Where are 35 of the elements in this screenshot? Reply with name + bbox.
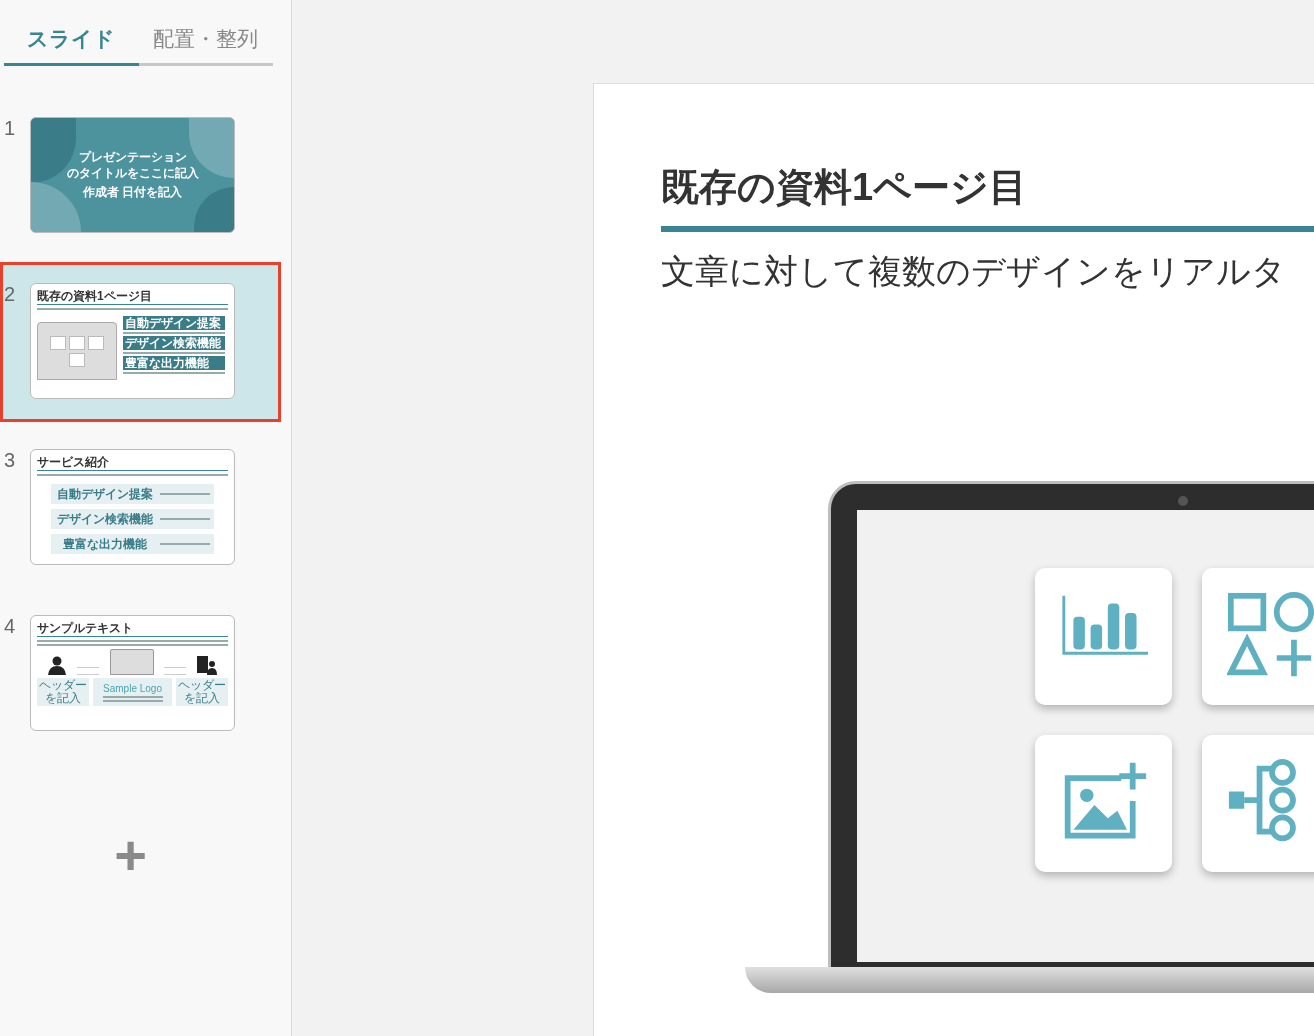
text-lines-drawing [160,493,210,495]
text-lines-drawing [160,543,210,545]
laptop-drawing [109,649,154,675]
thumbnail-title: 既存の資料1ページ目 [37,290,153,302]
feature-heading: デザイン検索機能 [55,513,154,525]
feature-heading: デザイン検索機能 [123,336,225,350]
thumbnail-subtitle: 作成者 日付を記入 [82,184,183,201]
text-lines-drawing [160,518,210,520]
slide-thumbnail[interactable]: プレゼンテーション のタイトルをここに記入 作成者 日付を記入 [30,117,235,233]
slide-text: 文章に対して複数のデザインをリアルタ [661,250,1287,292]
slide-number: 2 [3,282,17,307]
slide-thumbnail[interactable]: サービス紹介 自動デザイン提案 デザイン検索機能 豊富な出力機能 [30,449,235,565]
box-heading: ヘッダーを記入 [38,679,88,705]
text-lines-drawing [102,696,163,702]
add-slide-button[interactable]: + [105,830,156,880]
sample-logo: Sample Logo [103,682,162,696]
person-icon [47,655,67,675]
slide-thumbnail[interactable]: 既存の資料1ページ目 自動デザイン提案 デザイン検索機能 豊富な出力機能 [30,283,235,399]
slide-number: 3 [3,448,17,473]
slide-thumbnail[interactable]: サンプルテキスト ヘッダーを記入 Sample Logo ヘッダーを記入 [30,615,235,731]
feature-heading: 自動デザイン提案 [123,316,225,330]
thumbnail-title: のタイトルをここに記入 [66,165,199,181]
slide-number: 1 [3,116,17,141]
box-heading: ヘッダーを記入 [177,679,227,705]
slide-title: 既存の資料1ページ目 [661,165,1029,210]
feature-heading: 豊富な出力機能 [61,538,148,550]
tab[interactable]: 配置・整列 [138,14,273,66]
feature-heading: 豊富な出力機能 [123,356,225,370]
thumbnail-title: プレゼンテーション [78,149,187,165]
tab[interactable]: スライド [4,14,139,66]
slide-number: 4 [3,614,17,639]
thumbnail-title: サービス紹介 [37,456,110,468]
thumbnail-title: サンプルテキスト [37,622,134,634]
feature-heading: 自動デザイン提案 [55,488,154,500]
office-worker-icon [196,655,218,675]
